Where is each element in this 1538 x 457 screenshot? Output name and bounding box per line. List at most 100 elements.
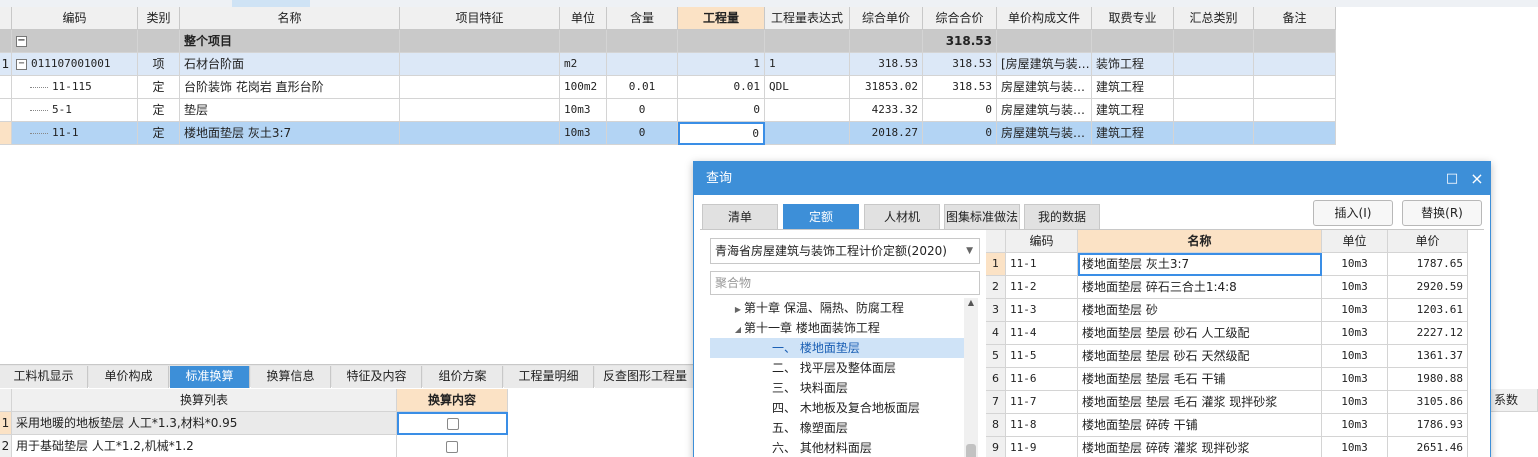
unit-cell[interactable]: 100m2 [560, 76, 607, 99]
header-code[interactable]: 编码 [12, 7, 138, 30]
conversion-label[interactable]: 采用地暖的地板垫层 人工*1.3,材料*0.95 [12, 412, 397, 435]
price-file-cell[interactable]: 房屋建筑与装… [997, 122, 1092, 145]
price-file-cell[interactable]: 房屋建筑与装… [997, 76, 1092, 99]
quota-library-select[interactable]: 青海省房屋建筑与装饰工程计价定额(2020) ▼ [710, 238, 980, 264]
quota-name[interactable]: 楼地面垫层 碎砖 灌浆 现拌砂浆 [1078, 437, 1322, 457]
type-cell[interactable]: 定 [138, 76, 180, 99]
quota-code[interactable]: 11-1 [1006, 253, 1078, 276]
content-cell[interactable] [607, 53, 678, 76]
expr-cell[interactable] [765, 122, 850, 145]
close-icon[interactable]: × [1467, 162, 1487, 195]
tab-standard-conversion[interactable]: 标准换算 [170, 366, 250, 388]
conversion-checkbox-cell[interactable] [397, 435, 508, 457]
tree-node-chapter-11[interactable]: ◢ 第十一章 楼地面装饰工程 [710, 318, 964, 338]
quota-name[interactable]: 楼地面垫层 垫层 毛石 干铺 [1078, 368, 1322, 391]
name-cell[interactable]: 垫层 [180, 99, 400, 122]
quota-name[interactable]: 楼地面垫层 碎砖 干铺 [1078, 414, 1322, 437]
header-unit[interactable]: 单位 [560, 7, 607, 30]
quota-unit[interactable]: 10m3 [1322, 276, 1388, 299]
code-cell[interactable]: 11-115 [12, 76, 138, 99]
header-summary-type[interactable]: 汇总类别 [1174, 7, 1254, 30]
type-cell[interactable]: 项 [138, 53, 180, 76]
header-conversion-content[interactable]: 换算内容 [397, 389, 508, 412]
header-name[interactable]: 名称 [1078, 230, 1322, 253]
unit-cell[interactable]: m2 [560, 53, 607, 76]
header-quantity[interactable]: 工程量 [678, 7, 765, 30]
tab-quantity-detail[interactable]: 工程量明细 [504, 366, 594, 388]
quota-unit[interactable]: 10m3 [1322, 345, 1388, 368]
name-cell[interactable]: 整个项目 [180, 30, 400, 53]
summary-cell[interactable] [1174, 99, 1254, 122]
tree-scrollbar[interactable]: ▲ [964, 298, 978, 457]
scroll-thumb[interactable] [966, 444, 976, 457]
header-conversion-list[interactable]: 换算列表 [12, 389, 397, 412]
quota-unit[interactable]: 10m3 [1322, 414, 1388, 437]
quota-name[interactable]: 楼地面垫层 垫层 砂石 人工级配 [1078, 322, 1322, 345]
features-cell[interactable] [400, 99, 560, 122]
quota-price[interactable]: 2651.46 [1388, 437, 1468, 457]
quantity-cell[interactable]: 0.01 [678, 76, 765, 99]
header-price-file[interactable]: 单价构成文件 [997, 7, 1092, 30]
bill-item-row[interactable]: 1 −011107001001 项 石材台阶面 m2 1 1 318.53 31… [0, 53, 1336, 76]
quota-code[interactable]: 11-3 [1006, 299, 1078, 322]
quota-row[interactable]: 5-1 定 垫层 10m3 0 0 4233.32 0 房屋建筑与装… 建筑工程 [0, 99, 1336, 122]
code-cell[interactable]: 11-1 [12, 122, 138, 145]
price-file-cell[interactable]: 房屋建筑与装… [997, 99, 1092, 122]
quota-price[interactable]: 3105.86 [1388, 391, 1468, 414]
remark-cell[interactable] [1254, 53, 1336, 76]
features-cell[interactable] [400, 122, 560, 145]
header-type[interactable]: 类别 [138, 7, 180, 30]
content-cell[interactable]: 0 [607, 122, 678, 145]
tab-conversion-info[interactable]: 换算信息 [251, 366, 331, 388]
tree-node-section-4[interactable]: 四、 木地板及复合地板面层 [710, 398, 964, 418]
major-cell[interactable]: 建筑工程 [1092, 99, 1174, 122]
major-cell[interactable]: 建筑工程 [1092, 122, 1174, 145]
content-cell[interactable]: 0.01 [607, 76, 678, 99]
conversion-checkbox[interactable] [446, 417, 459, 430]
header-price[interactable]: 单价 [1388, 230, 1468, 253]
summary-cell[interactable] [1174, 76, 1254, 99]
quota-unit[interactable]: 10m3 [1322, 391, 1388, 414]
tree-node-section-2[interactable]: 二、 找平层及整体面层 [710, 358, 964, 378]
quota-code[interactable]: 11-5 [1006, 345, 1078, 368]
quota-code[interactable]: 11-4 [1006, 322, 1078, 345]
header-unit[interactable]: 单位 [1322, 230, 1388, 253]
tree-node-section-3[interactable]: 三、 块料面层 [710, 378, 964, 398]
tab-features-content[interactable]: 特征及内容 [332, 366, 422, 388]
tab-material-display[interactable]: 工料机显示 [0, 366, 88, 388]
insert-button[interactable]: 插入(I) [1313, 200, 1393, 226]
quota-unit[interactable]: 10m3 [1322, 322, 1388, 345]
tab-quota[interactable]: 定额 [783, 204, 859, 229]
conversion-label[interactable]: 用于基础垫层 人工*1.2,机械*1.2 [12, 435, 397, 457]
content-cell[interactable]: 0 [607, 99, 678, 122]
quota-unit[interactable]: 10m3 [1322, 253, 1388, 276]
quota-row-selected[interactable]: 11-1 定 楼地面垫层 灰土3:7 10m3 0 0 2018.27 0 房屋… [0, 122, 1336, 145]
quantity-input[interactable]: 0 [678, 122, 765, 145]
unit-cell[interactable]: 10m3 [560, 122, 607, 145]
conversion-checkbox-cell[interactable] [397, 412, 508, 435]
conversion-checkbox[interactable] [446, 440, 458, 453]
header-coefficient[interactable]: 系数 [1490, 389, 1538, 412]
quota-name[interactable]: 楼地面垫层 灰土3:7 [1078, 253, 1322, 276]
quota-code[interactable]: 11-2 [1006, 276, 1078, 299]
remark-cell[interactable] [1254, 76, 1336, 99]
header-code[interactable]: 编码 [1006, 230, 1078, 253]
major-cell[interactable]: 建筑工程 [1092, 76, 1174, 99]
collapse-toggle-icon[interactable]: − [16, 36, 27, 47]
project-row[interactable]: − 整个项目 318.53 [0, 30, 1336, 53]
quota-code[interactable]: 11-8 [1006, 414, 1078, 437]
summary-cell[interactable] [1174, 53, 1254, 76]
header-content[interactable]: 含量 [607, 7, 678, 30]
unit-cell[interactable]: 10m3 [560, 99, 607, 122]
tree-node-chapter-10[interactable]: ▶ 第十章 保温、隔热、防腐工程 [710, 298, 964, 318]
type-cell[interactable]: 定 [138, 122, 180, 145]
quota-unit[interactable]: 10m3 [1322, 437, 1388, 457]
name-cell[interactable]: 楼地面垫层 灰土3:7 [180, 122, 400, 145]
scroll-up-icon[interactable]: ▲ [964, 298, 978, 310]
tab-bill[interactable]: 清单 [702, 204, 778, 229]
expr-cell[interactable] [765, 99, 850, 122]
remark-cell[interactable] [1254, 122, 1336, 145]
quota-code[interactable]: 11-6 [1006, 368, 1078, 391]
tree-node-section-1[interactable]: 一、 楼地面垫层 [710, 338, 964, 358]
quota-price[interactable]: 2920.59 [1388, 276, 1468, 299]
